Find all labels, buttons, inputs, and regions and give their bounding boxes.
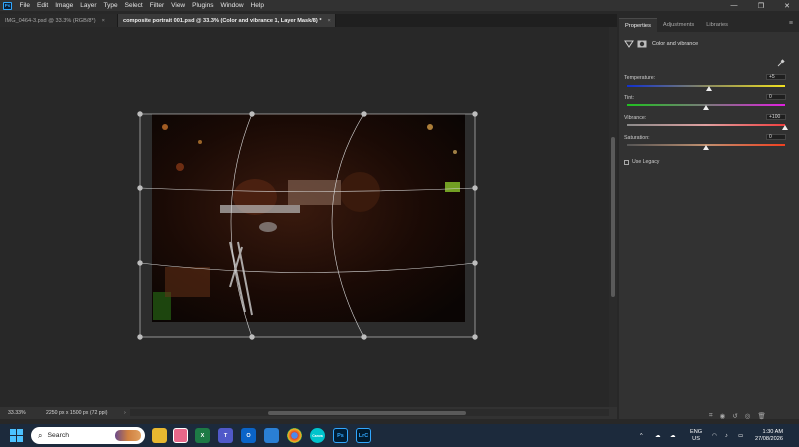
volume-icon[interactable]: ♪	[725, 424, 728, 447]
status-arrow-icon[interactable]: ›	[124, 410, 126, 416]
tab-label: composite portrait 001.psd @ 33.3% (Colo…	[123, 17, 322, 24]
temperature-value[interactable]: +5	[766, 74, 786, 80]
menu-file[interactable]: File	[16, 2, 33, 9]
edge-icon[interactable]	[173, 428, 188, 443]
vibrance-value[interactable]: +100	[766, 114, 786, 120]
vertical-scroll-thumb[interactable]	[611, 137, 615, 297]
teams-icon[interactable]: T	[218, 428, 233, 443]
language-code: ENG	[690, 428, 703, 435]
visibility-eye-icon[interactable]: ◉	[720, 412, 726, 420]
menu-filter[interactable]: Filter	[146, 2, 167, 9]
menu-edit[interactable]: Edit	[33, 2, 51, 9]
menu-window[interactable]: Window	[217, 2, 247, 9]
windows-taskbar: ⌕ Search X T O Canva Ps LrC ^ ☁ ☁ ENG US…	[0, 424, 799, 447]
wifi-icon[interactable]: ◠	[712, 424, 717, 447]
panel-menu-icon[interactable]: ≡	[789, 20, 793, 27]
adjustment-layer-icon	[624, 40, 634, 48]
menu-image[interactable]: Image	[52, 2, 77, 9]
vibrance-label: Vibrance:	[624, 115, 647, 121]
vehicle-wheel	[259, 222, 277, 232]
toggle-eye-icon[interactable]: ◎	[745, 412, 751, 420]
onedrive-icon[interactable]: ☁	[670, 424, 676, 447]
layer-mask-icon[interactable]	[637, 39, 647, 49]
tint-slider-thumb[interactable]	[703, 105, 709, 110]
chrome-icon[interactable]	[287, 428, 302, 443]
adjustment-title: Color and vibrance	[652, 40, 699, 47]
file-explorer-icon[interactable]	[152, 428, 167, 443]
tab-img-0464[interactable]: IMG_0464-3.psd @ 33.3% (RGB/8*) ×	[0, 14, 118, 27]
document-canvas[interactable]	[0, 27, 609, 407]
photos-icon[interactable]	[264, 428, 279, 443]
canvas-artwork	[137, 111, 478, 340]
menu-layer[interactable]: Layer	[77, 2, 100, 9]
canva-icon[interactable]: Canva	[310, 428, 325, 443]
menu-type[interactable]: Type	[100, 2, 121, 9]
tab-composite-portrait[interactable]: composite portrait 001.psd @ 33.3% (Colo…	[118, 14, 336, 27]
trash-icon[interactable]: 🗑	[757, 412, 765, 420]
properties-panel: Properties Adjustments Libraries ≡ Color…	[619, 18, 799, 421]
temperature-label: Temperature:	[624, 75, 656, 81]
cloud-icon[interactable]: ☁	[655, 424, 661, 447]
clip-icon[interactable]: ⌗	[709, 412, 713, 420]
vibrance-slider-thumb[interactable]	[782, 125, 788, 130]
minimize-button[interactable]: —	[722, 0, 746, 11]
search-highlight-icon	[115, 430, 141, 441]
menu-help[interactable]: Help	[247, 2, 267, 9]
horizontal-scroll-thumb[interactable]	[268, 410, 466, 415]
clock-date: 27/08/2026	[755, 435, 783, 442]
saturation-value[interactable]: 0	[766, 134, 786, 140]
vehicle-shape	[220, 205, 300, 213]
saturation-slider-thumb[interactable]	[703, 145, 709, 150]
tab-properties[interactable]: Properties	[619, 18, 657, 32]
battery-icon[interactable]: ▭	[738, 424, 743, 447]
use-legacy-checkbox[interactable]	[624, 159, 629, 165]
tab-close-icon[interactable]: ×	[328, 18, 331, 24]
panel-footer-icons: ⌗ ◉ ↺ ◎ 🗑	[709, 411, 766, 421]
clock-time: 1:30 AM	[762, 428, 783, 435]
document-info: 2250 px x 1500 px (72 ppi)	[46, 410, 108, 416]
figure-right-head	[340, 172, 380, 212]
horizontal-scrollbar[interactable]	[130, 409, 609, 416]
menu-bar: Ps File Edit Image Layer Type Select Fil…	[0, 0, 799, 11]
vertical-scrollbar[interactable]	[609, 27, 617, 407]
tab-close-icon[interactable]: ×	[102, 18, 105, 24]
region-code: US	[692, 435, 700, 442]
zoom-level[interactable]: 33.33%	[8, 410, 40, 416]
saturation-label: Saturation:	[624, 135, 650, 141]
photoshop-taskbar-icon[interactable]: Ps	[333, 428, 348, 443]
clock[interactable]: 1:30 AM 27/08/2026	[755, 424, 783, 447]
tab-adjustments[interactable]: Adjustments	[657, 18, 700, 32]
excel-icon[interactable]: X	[195, 428, 210, 443]
lightroom-taskbar-icon[interactable]: LrC	[356, 428, 371, 443]
adjustment-header: Color and vibrance	[624, 37, 794, 50]
temperature-slider-thumb[interactable]	[706, 86, 713, 91]
eyedropper-icon[interactable]	[776, 58, 786, 68]
search-icon: ⌕	[38, 430, 43, 440]
tab-libraries[interactable]: Libraries	[700, 18, 734, 32]
panel-tab-bar: Properties Adjustments Libraries ≡	[619, 18, 799, 32]
windows-start-icon[interactable]	[10, 429, 23, 442]
restore-button[interactable]: ❐	[749, 0, 773, 11]
photoshop-logo-icon: Ps	[3, 1, 12, 10]
close-window-button[interactable]: ✕	[775, 0, 799, 11]
language-indicator[interactable]: ENG US	[690, 424, 702, 447]
search-placeholder: Search	[47, 432, 70, 439]
tint-value[interactable]: 0	[766, 94, 786, 100]
use-legacy-row: Use Legacy	[624, 159, 659, 165]
menu-view[interactable]: View	[168, 2, 189, 9]
document-tab-bar: IMG_0464-3.psd @ 33.3% (RGB/8*) × compos…	[0, 14, 617, 27]
tint-label: Tint:	[624, 95, 635, 101]
taskbar-search[interactable]: ⌕ Search	[31, 427, 145, 444]
menu-plugins[interactable]: Plugins	[189, 2, 217, 9]
menu-select[interactable]: Select	[121, 2, 146, 9]
tray-chevron-icon[interactable]: ^	[640, 424, 643, 447]
outlook-icon[interactable]: O	[241, 428, 256, 443]
tab-label: IMG_0464-3.psd @ 33.3% (RGB/8*)	[5, 17, 96, 24]
vibrance-track[interactable]	[627, 124, 785, 126]
use-legacy-label: Use Legacy	[632, 159, 660, 165]
reset-icon[interactable]: ↺	[732, 412, 737, 420]
